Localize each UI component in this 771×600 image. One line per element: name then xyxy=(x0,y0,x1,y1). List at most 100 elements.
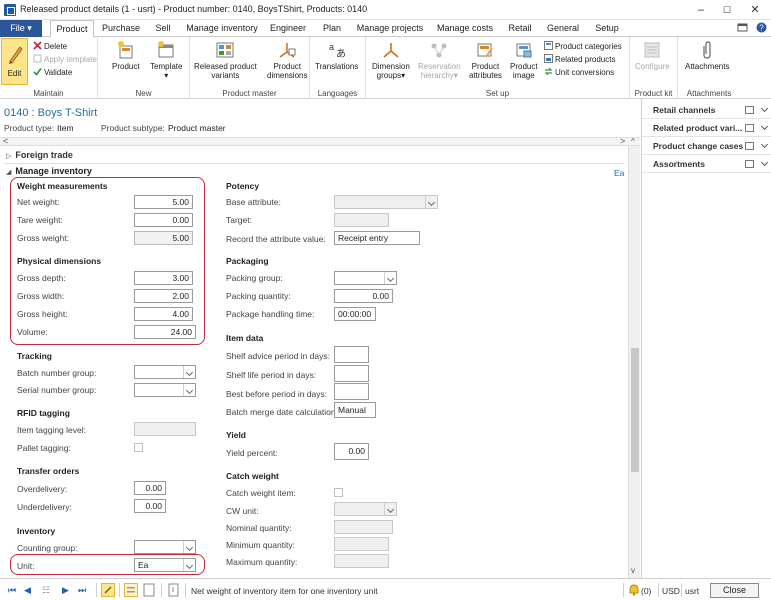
chevron-down-icon[interactable] xyxy=(183,541,195,553)
serial-number-group-select[interactable] xyxy=(134,383,196,397)
attachment-status-icon[interactable] xyxy=(168,583,180,597)
chevron-down-icon[interactable] xyxy=(760,104,769,113)
help-icon[interactable]: ? xyxy=(756,22,767,33)
scroll-thumb[interactable] xyxy=(631,348,639,472)
grid-view-icon[interactable]: ☷ xyxy=(42,585,50,596)
batch-merge-field[interactable]: Manual xyxy=(334,402,376,418)
chevron-down-icon[interactable] xyxy=(183,384,195,396)
tab-engineer[interactable]: Engineer xyxy=(266,20,310,37)
chevron-down-icon[interactable] xyxy=(760,140,769,149)
scroll-down-icon[interactable]: v xyxy=(631,566,635,575)
product-categories-button[interactable]: Product categories xyxy=(544,41,622,52)
first-record-icon[interactable]: ⏮ xyxy=(8,585,16,596)
last-record-icon[interactable]: ⏭ xyxy=(78,585,86,596)
related-products-button[interactable]: Related products xyxy=(544,54,615,65)
released-product-variants-button[interactable]: Released product variants xyxy=(194,39,257,80)
counting-group-select[interactable] xyxy=(134,540,196,554)
pallet-tagging-label: Pallet tagging: xyxy=(17,443,71,453)
tab-manage-projects[interactable]: Manage projects xyxy=(354,20,426,37)
tab-product[interactable]: Product xyxy=(50,20,94,38)
pallet-tagging-checkbox[interactable] xyxy=(134,443,143,452)
document-view-icon[interactable] xyxy=(142,583,156,597)
product-dimensions-button[interactable]: Product dimensions xyxy=(267,39,307,80)
configure-button[interactable]: Configure xyxy=(635,39,670,71)
factbox-window-icon[interactable] xyxy=(745,106,754,114)
tab-manage-costs[interactable]: Manage costs xyxy=(434,20,496,37)
shelf-life-field[interactable] xyxy=(334,365,369,382)
batch-number-group-select[interactable] xyxy=(134,365,196,379)
next-record-icon[interactable]: ▶ xyxy=(62,585,69,596)
record-attribute-field[interactable]: Receipt entry xyxy=(334,231,420,245)
previous-record-icon[interactable]: ◀ xyxy=(24,585,31,596)
file-tab[interactable]: File ▾ xyxy=(0,20,42,37)
related-products-icon xyxy=(544,54,553,63)
close-window-button[interactable]: ✕ xyxy=(740,2,770,18)
status-help-text: Net weight of inventory item for one inv… xyxy=(191,586,378,596)
horizontal-scrollbar[interactable]: < > xyxy=(0,136,640,146)
factbox-assortments[interactable]: Assortments xyxy=(642,155,771,173)
record-title: 0140 : Boys T-Shirt xyxy=(4,107,98,119)
window-restore-icon[interactable] xyxy=(737,22,748,33)
yield-percent-field[interactable]: 0.00 xyxy=(334,443,369,460)
chevron-down-icon[interactable] xyxy=(183,366,195,378)
factbox-window-icon[interactable] xyxy=(745,142,754,150)
vertical-scrollbar[interactable]: ^ v xyxy=(628,137,640,578)
tab-retail[interactable]: Retail xyxy=(504,20,536,37)
catch-weight-item-checkbox[interactable] xyxy=(334,488,343,497)
packing-group-select[interactable] xyxy=(334,271,397,285)
best-before-field[interactable] xyxy=(334,383,369,400)
notification-bell-icon[interactable] xyxy=(628,584,640,596)
unit-conversions-button[interactable]: Unit conversions xyxy=(544,67,614,78)
ribbon-tabs: File ▾ Product Purchase Sell Manage inve… xyxy=(0,20,771,38)
chevron-down-icon[interactable] xyxy=(384,272,396,284)
highlight-weight-dimensions xyxy=(10,177,205,345)
scroll-left-icon[interactable]: < xyxy=(3,136,8,146)
currency-indicator[interactable]: USD xyxy=(662,586,680,596)
underdelivery-field[interactable]: 0.00 xyxy=(134,499,166,513)
expand-arrow-icon: ▷ xyxy=(6,153,12,160)
reservation-hierarchy-button[interactable]: Reservation hierarchy▾ xyxy=(418,39,461,80)
delete-button[interactable]: Delete xyxy=(33,41,67,52)
tab-general[interactable]: General xyxy=(544,20,582,37)
attachments-button[interactable]: Attachments xyxy=(685,39,729,71)
scroll-up-icon[interactable]: ^ xyxy=(631,137,635,146)
translations-button[interactable]: aあ Translations xyxy=(315,39,358,71)
form-view-icon[interactable] xyxy=(124,583,138,597)
chevron-down-icon[interactable] xyxy=(760,122,769,131)
packing-quantity-field[interactable]: 0.00 xyxy=(334,289,393,303)
edit-mode-icon[interactable] xyxy=(101,583,115,597)
company-indicator[interactable]: usrt xyxy=(685,586,699,596)
product-type-label: Product type: xyxy=(4,123,55,133)
factbox-related-product-variants[interactable]: Related product vari... xyxy=(642,119,771,137)
related-products-label: Related products xyxy=(555,55,616,64)
validate-button[interactable]: Validate xyxy=(33,67,72,78)
tab-manage-inventory[interactable]: Manage inventory xyxy=(184,20,260,37)
scroll-right-icon[interactable]: > xyxy=(620,136,625,146)
divider xyxy=(119,583,120,597)
notification-count[interactable]: (0) xyxy=(641,586,651,596)
shelf-advice-field[interactable] xyxy=(334,346,369,363)
close-button[interactable]: Close xyxy=(710,583,759,598)
edit-button[interactable]: Edit xyxy=(1,38,28,85)
factbox-window-icon[interactable] xyxy=(745,160,754,168)
new-product-button[interactable]: Product xyxy=(112,39,140,71)
dimension-groups-button[interactable]: Dimension groups▾ xyxy=(372,39,410,80)
fasttab-foreign-trade[interactable]: ▷ Foreign trade xyxy=(6,150,73,160)
tab-plan[interactable]: Plan xyxy=(318,20,346,37)
factbox-window-icon[interactable] xyxy=(745,124,754,132)
package-handling-time-field[interactable]: 00:00:00 xyxy=(334,307,376,321)
factbox-retail-channels[interactable]: Retail channels xyxy=(642,101,771,119)
overdelivery-field[interactable]: 0.00 xyxy=(134,481,166,495)
maximize-button[interactable]: ☐ xyxy=(712,2,742,18)
factbox-product-change-cases[interactable]: Product change cases xyxy=(642,137,771,155)
tab-purchase[interactable]: Purchase xyxy=(100,20,142,37)
product-attributes-button[interactable]: Product attributes xyxy=(469,39,502,80)
chevron-down-icon[interactable] xyxy=(760,158,769,167)
new-template-button[interactable]: Template ▾ xyxy=(150,39,182,80)
tab-setup[interactable]: Setup xyxy=(590,20,624,37)
tab-sell[interactable]: Sell xyxy=(150,20,176,37)
apply-template-button[interactable]: Apply template xyxy=(33,54,97,65)
fasttab-manage-inventory[interactable]: ◢ Manage inventory xyxy=(6,166,92,176)
new-product-icon xyxy=(117,41,133,59)
product-image-button[interactable]: Product image xyxy=(510,39,538,80)
